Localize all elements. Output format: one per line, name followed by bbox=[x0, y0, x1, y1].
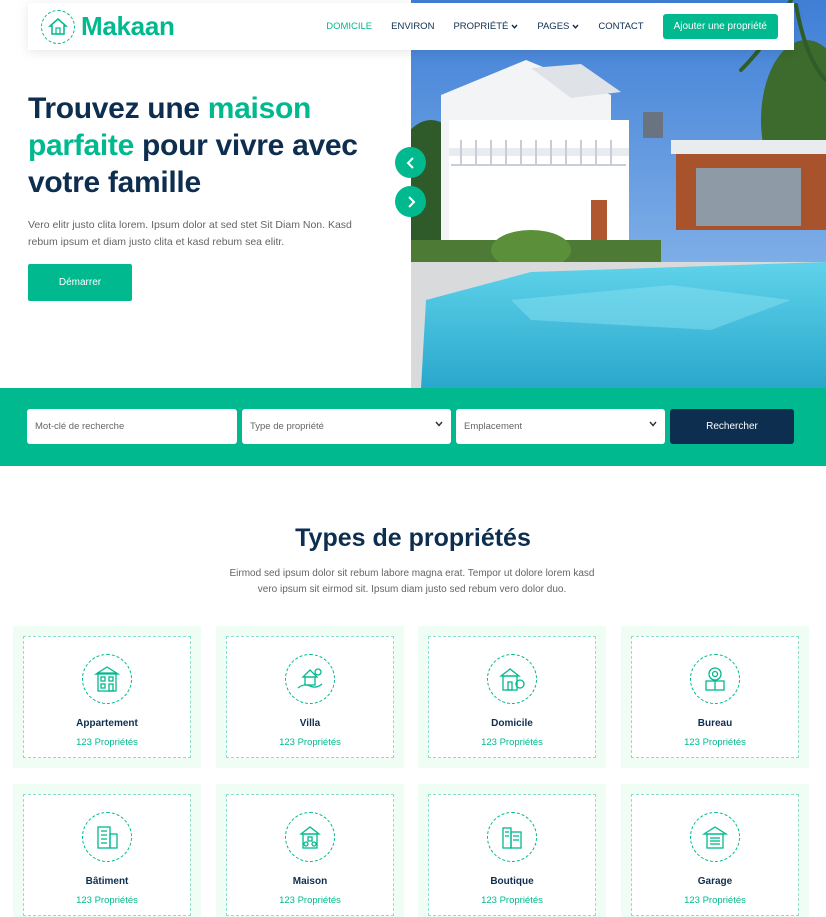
hero-description: Vero elitr justo clita lorem. Ipsum dolo… bbox=[28, 219, 352, 248]
nav-item-label: PAGES bbox=[537, 21, 570, 32]
nav-item-propriete[interactable]: PROPRIÉTÉ bbox=[453, 21, 518, 32]
chevron-down-icon bbox=[572, 24, 579, 29]
add-property-button[interactable]: Ajouter une propriété bbox=[662, 14, 778, 39]
location-value: Emplacement bbox=[464, 421, 523, 432]
section-title: Types de propriétés bbox=[295, 524, 531, 552]
card-count: 123 Propriétés bbox=[481, 895, 543, 906]
nav-item-label: PROPRIÉTÉ bbox=[453, 21, 509, 32]
property-type-card-office[interactable]: Bureau 123 Propriétés bbox=[621, 626, 809, 768]
hero-title-part1: Trouvez une bbox=[28, 92, 208, 125]
property-type-select[interactable]: Type de propriété bbox=[242, 409, 451, 444]
villa-icon bbox=[285, 654, 335, 704]
chevron-down-icon bbox=[435, 421, 443, 427]
card-count: 123 Propriétés bbox=[279, 737, 341, 748]
carousel-prev-button[interactable] bbox=[395, 147, 426, 178]
property-type-card-shop[interactable]: Boutique 123 Propriétés bbox=[418, 784, 606, 917]
brand-name: Makaan bbox=[81, 11, 175, 41]
keyword-field[interactable] bbox=[27, 409, 237, 444]
property-type-card-apartment[interactable]: Appartement 123 Propriétés bbox=[13, 626, 201, 768]
apartment-icon bbox=[82, 654, 132, 704]
property-type-card-villa[interactable]: Villa 123 Propriétés bbox=[216, 626, 404, 768]
nav-item-environ[interactable]: ENVIRON bbox=[391, 21, 434, 32]
property-type-card-garage[interactable]: Garage 123 Propriétés bbox=[621, 784, 809, 917]
keyword-search-input[interactable] bbox=[35, 409, 237, 444]
card-name: Garage bbox=[697, 876, 733, 887]
property-type-value: Type de propriété bbox=[250, 421, 324, 432]
property-type-card-home[interactable]: Domicile 123 Propriétés bbox=[418, 626, 606, 768]
nav-item-label: CONTACT bbox=[598, 21, 644, 32]
card-inner: Appartement 123 Propriétés bbox=[23, 636, 191, 758]
nav-item-label: ENVIRON bbox=[391, 21, 435, 32]
property-type-card-building[interactable]: Bâtiment 123 Propriétés bbox=[13, 784, 201, 917]
card-count: 123 Propriétés bbox=[279, 895, 341, 906]
home-icon bbox=[487, 654, 537, 704]
property-type-card-house[interactable]: Maison 123 Propriétés bbox=[216, 784, 404, 917]
card-count: 123 Propriétés bbox=[481, 737, 543, 748]
chevron-left-icon bbox=[406, 156, 414, 169]
card-count: 123 Propriétés bbox=[684, 895, 746, 906]
card-name: Boutique bbox=[490, 876, 534, 887]
building-icon bbox=[82, 812, 132, 862]
search-button[interactable]: Rechercher bbox=[670, 409, 794, 444]
section-description: Eirmod sed ipsum dolor sit rebum labore … bbox=[229, 568, 595, 595]
card-name: Maison bbox=[292, 876, 328, 887]
card-inner: Maison 123 Propriétés bbox=[226, 794, 394, 916]
card-inner: Boutique 123 Propriétés bbox=[428, 794, 596, 916]
card-count: 123 Propriétés bbox=[76, 737, 138, 748]
card-inner: Bureau 123 Propriétés bbox=[631, 636, 799, 758]
house-icon bbox=[285, 812, 335, 862]
card-name: Bâtiment bbox=[85, 876, 129, 887]
chevron-down-icon bbox=[649, 421, 657, 427]
chevron-down-icon bbox=[511, 24, 518, 29]
carousel-next-button[interactable] bbox=[395, 186, 426, 217]
card-name: Domicile bbox=[491, 718, 533, 729]
card-inner: Bâtiment 123 Propriétés bbox=[23, 794, 191, 916]
card-name: Bureau bbox=[697, 718, 733, 729]
search-section: Type de propriété Emplacement Rechercher bbox=[0, 388, 826, 466]
nav-menu: DOMICILE ENVIRON PROPRIÉTÉ PAGES CONTACT… bbox=[307, 3, 794, 50]
nav-item-label: DOMICILE bbox=[326, 21, 373, 32]
start-button[interactable]: Démarrer bbox=[28, 264, 132, 301]
hero-text: Trouvez une maison parfaite pour vivre a… bbox=[28, 90, 398, 251]
card-inner: Garage 123 Propriétés bbox=[631, 794, 799, 916]
nav-item-pages[interactable]: PAGES bbox=[537, 21, 579, 32]
hero-section: Trouvez une maison parfaite pour vivre a… bbox=[0, 0, 826, 388]
nav-item-domicile[interactable]: DOMICILE bbox=[326, 21, 372, 32]
card-count: 123 Propriétés bbox=[684, 737, 746, 748]
location-select[interactable]: Emplacement bbox=[456, 409, 665, 444]
brand-logo[interactable]: Makaan bbox=[41, 9, 175, 44]
card-inner: Villa 123 Propriétés bbox=[226, 636, 394, 758]
hero-title: Trouvez une maison parfaite pour vivre a… bbox=[28, 90, 398, 201]
shop-icon bbox=[487, 812, 537, 862]
card-count: 123 Propriétés bbox=[76, 895, 138, 906]
garage-icon bbox=[690, 812, 740, 862]
card-name: Appartement bbox=[76, 718, 138, 729]
nav-item-contact[interactable]: CONTACT bbox=[598, 21, 643, 32]
hero-image bbox=[411, 0, 826, 388]
navbar: Makaan DOMICILE ENVIRON PROPRIÉTÉ PAGES … bbox=[28, 3, 794, 50]
office-icon bbox=[690, 654, 740, 704]
card-name: Villa bbox=[299, 718, 321, 729]
chevron-right-icon bbox=[407, 195, 415, 208]
house-logo-icon bbox=[41, 9, 75, 44]
card-inner: Domicile 123 Propriétés bbox=[428, 636, 596, 758]
